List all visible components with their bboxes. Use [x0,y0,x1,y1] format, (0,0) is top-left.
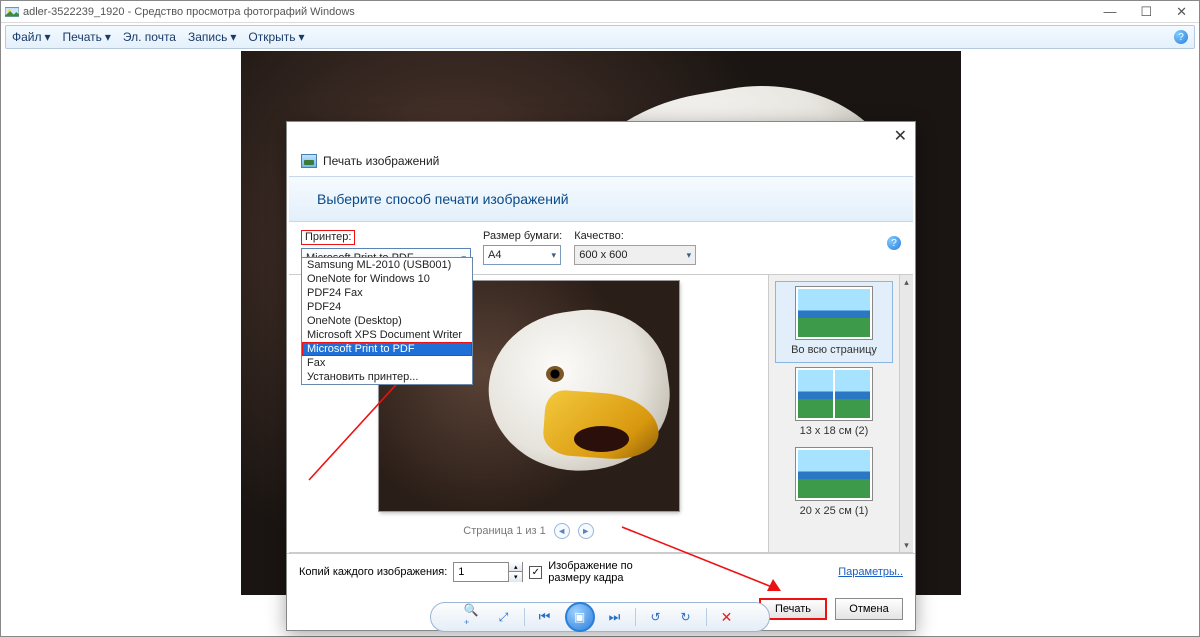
dialog-close-button[interactable]: ✕ [894,126,907,146]
menu-burn[interactable]: Запись ▾ [188,30,236,44]
dialog-footer-options: Копий каждого изображения: ▴▾ ✓ Изображе… [287,553,915,590]
dialog-header: Печать изображений [287,150,915,176]
printer-option[interactable]: OneNote (Desktop) [302,314,472,328]
fit-frame-label: Изображение по размеру кадра [548,560,648,584]
prev-page-button[interactable]: ◄ [554,523,570,539]
dialog-title: Печать изображений [323,154,439,168]
spinner-up-icon[interactable]: ▴ [509,562,522,572]
cancel-button[interactable]: Отмена [835,598,903,620]
printer-option[interactable]: Samsung ML-2010 (USB001) [302,258,472,272]
printer-option[interactable]: PDF24 [302,300,472,314]
layout-item-full-page[interactable]: Во всю страницу [775,281,893,363]
window-titlebar: adler-3522239_1920 - Средство просмотра … [1,1,1199,23]
delete-button[interactable]: ✕ [717,607,737,627]
page-counter-text: Страница 1 из 1 [463,525,545,537]
printer-option[interactable]: PDF24 Fax [302,286,472,300]
printer-option-selected[interactable]: Microsoft Print to PDF [302,342,472,356]
dialog-banner: Выберите способ печати изображений [289,176,913,222]
window-title: adler-3522239_1920 - Средство просмотра … [23,6,355,18]
actual-size-button[interactable]: ⤢ [494,607,514,627]
printer-option[interactable]: OneNote for Windows 10 [302,272,472,286]
layouts-scrollbar[interactable]: ▴ ▾ [899,275,913,552]
slideshow-button[interactable]: ▣ [565,602,595,632]
print-pictures-icon [301,154,317,168]
printer-option[interactable]: Fax [302,356,472,370]
rotate-right-button[interactable]: ↻ [676,607,696,627]
options-link[interactable]: Параметры.. [838,566,903,578]
window-minimize-button[interactable]: — [1103,4,1116,20]
printer-option[interactable]: Установить принтер... [302,370,472,384]
rotate-left-button[interactable]: ↺ [646,607,666,627]
menu-file[interactable]: Файл ▾ [12,30,51,44]
printer-dropdown-list: Samsung ML-2010 (USB001) OneNote for Win… [301,257,473,385]
quality-label: Качество: [574,230,696,242]
copies-input[interactable] [454,566,508,578]
window-maximize-button[interactable]: ☐ [1140,4,1152,20]
quality-combobox[interactable]: 600 x 600▾ [574,245,696,265]
printer-option[interactable]: Microsoft XPS Document Writer [302,328,472,342]
menu-print[interactable]: Печать ▾ [63,30,111,44]
menu-bar: Файл ▾ Печать ▾ Эл. почта Запись ▾ Откры… [5,25,1195,49]
chevron-down-icon: ▾ [551,250,556,261]
print-dialog: ✕ Печать изображений Выберите способ печ… [286,121,916,631]
spinner-down-icon[interactable]: ▾ [509,572,522,582]
copies-label: Копий каждого изображения: [299,566,447,578]
viewer-area: ✕ Печать изображений Выберите способ печ… [1,51,1199,596]
menu-email[interactable]: Эл. почта [123,30,176,44]
print-controls-row: Принтер: Microsoft Print to PDF▾ Размер … [287,222,915,270]
scroll-up-icon[interactable]: ▴ [900,275,913,289]
paper-size-label: Размер бумаги: [483,230,562,242]
next-image-button[interactable]: ⏭ [605,607,625,627]
copies-spinner[interactable]: ▴▾ [453,562,523,582]
layout-item-20x25[interactable]: 20 x 25 см (1) [775,443,893,523]
fit-frame-checkbox[interactable]: ✓ [529,566,542,579]
printer-label: Принтер: [301,230,355,245]
layout-item-13x18[interactable]: 13 x 18 см (2) [775,363,893,443]
help-icon[interactable]: ? [1174,30,1188,44]
chevron-down-icon: ▾ [687,250,692,261]
dialog-help-icon[interactable]: ? [887,236,901,250]
next-page-button[interactable]: ► [578,523,594,539]
viewer-toolbar: 🔍⁺ ⤢ ⏮ ▣ ⏭ ↺ ↻ ✕ [430,602,770,632]
previous-image-button[interactable]: ⏮ [535,607,555,627]
layout-templates-panel: Во всю страницу 13 x 18 см (2) 20 x 25 с… [768,275,913,552]
scroll-down-icon[interactable]: ▾ [900,538,913,552]
menu-open[interactable]: Открыть ▾ [248,30,304,44]
window-close-button[interactable]: ✕ [1176,4,1187,20]
zoom-button[interactable]: 🔍⁺ [464,607,484,627]
paper-size-combobox[interactable]: A4▾ [483,245,561,265]
app-icon [5,5,19,19]
